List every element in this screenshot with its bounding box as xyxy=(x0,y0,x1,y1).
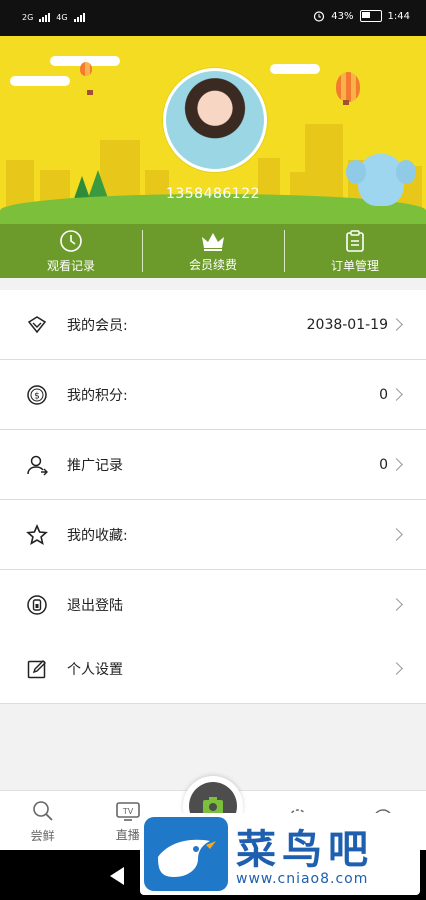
order-manage-button[interactable]: 订单管理 xyxy=(284,224,426,278)
cloud-decoration xyxy=(270,64,320,74)
edit-icon xyxy=(25,657,49,681)
menu-item-label: 我的积分: xyxy=(67,387,128,404)
menu-item-label: 退出登陆 xyxy=(67,597,123,614)
watermark-title: 菜鸟吧 xyxy=(236,827,374,873)
membership-renew-label: 会员续费 xyxy=(188,257,237,272)
sim2-label: 4G xyxy=(56,13,68,22)
sim1-label: 2G xyxy=(22,13,34,22)
menu-item-promotion[interactable]: 推广记录 0 xyxy=(0,430,426,500)
alarm-icon xyxy=(314,11,325,22)
balloon-decoration xyxy=(80,62,93,95)
order-manage-label: 订单管理 xyxy=(330,258,379,273)
quick-actions-bar: 观看记录 会员续费 订单管理 xyxy=(0,224,426,278)
menu-item-label: 我的收藏: xyxy=(67,527,128,544)
avatar[interactable] xyxy=(163,68,267,172)
settings-label: 个人设置 xyxy=(67,661,123,678)
menu-item-label: 推广记录 xyxy=(67,457,123,474)
svg-text:$: $ xyxy=(34,391,40,401)
tab-label: 直播 xyxy=(115,827,140,842)
battery-icon xyxy=(359,10,382,22)
menu-item-points[interactable]: $ 我的积分: 0 xyxy=(0,360,426,430)
user-phone: 1358486122 xyxy=(165,186,261,202)
settings-list: 个人设置 xyxy=(0,634,426,704)
chevron-right-icon xyxy=(390,388,403,401)
menu-item-logout[interactable]: 退出登陆 xyxy=(0,570,426,640)
crown-icon xyxy=(202,232,224,251)
watch-history-label: 观看记录 xyxy=(46,258,95,273)
signal-icon-2 xyxy=(73,10,85,22)
tv-icon: TV xyxy=(115,801,140,821)
clock-icon xyxy=(60,229,82,252)
cloud-decoration xyxy=(10,76,70,86)
membership-renew-button[interactable]: 会员续费 xyxy=(142,224,284,278)
menu-item-favorites[interactable]: 我的收藏: xyxy=(0,500,426,570)
tab-label: 尝鲜 xyxy=(30,828,55,843)
search-icon xyxy=(32,800,53,821)
menu-item-membership[interactable]: 我的会员: 2038-01-19 xyxy=(0,290,426,360)
logout-icon xyxy=(25,593,49,617)
menu-list: 我的会员: 2038-01-19 $ 我的积分: 0 推广记录 0 我的收藏: … xyxy=(0,290,426,640)
star-icon xyxy=(25,523,49,547)
promotion-value: 0 xyxy=(379,456,388,473)
clipboard-icon xyxy=(346,229,364,252)
balloon-decoration xyxy=(336,72,360,105)
user-share-icon xyxy=(25,453,49,477)
bird-logo-icon xyxy=(144,817,228,891)
status-bar: 2G 4G 43% 1:44 xyxy=(0,0,426,36)
watermark: 菜鸟吧 www.cniao8.com xyxy=(140,813,420,895)
menu-item-personal-settings[interactable]: 个人设置 xyxy=(0,634,426,704)
watch-history-button[interactable]: 观看记录 xyxy=(0,224,142,278)
membership-expiry-value: 2038-01-19 xyxy=(306,316,388,333)
chevron-right-icon xyxy=(390,598,403,611)
clock-time: 1:44 xyxy=(387,10,410,22)
svg-text:TV: TV xyxy=(122,807,134,816)
points-value: 0 xyxy=(379,386,388,403)
diamond-icon xyxy=(25,313,49,337)
chevron-right-icon xyxy=(390,458,403,471)
coin-icon: $ xyxy=(25,383,49,407)
profile-header: 1358486122 xyxy=(0,36,426,224)
watermark-url: www.cniao8.com xyxy=(236,871,369,887)
tab-taste[interactable]: 尝鲜 xyxy=(0,791,85,851)
battery-percent: 43% xyxy=(331,10,354,22)
back-icon[interactable] xyxy=(110,867,124,885)
menu-item-label: 我的会员: xyxy=(67,317,128,334)
chevron-right-icon xyxy=(390,318,403,331)
signal-icon xyxy=(39,10,51,22)
chevron-right-icon xyxy=(390,528,403,541)
chevron-right-icon xyxy=(390,662,403,675)
